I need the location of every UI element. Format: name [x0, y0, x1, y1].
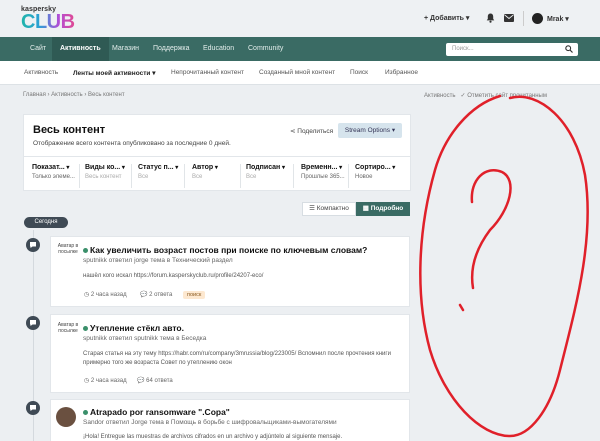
- post-replies[interactable]: 💬 2 ответа: [140, 291, 172, 298]
- post-title-text: Как увеличить возраст постов при поиске …: [90, 245, 368, 255]
- post-title[interactable]: Как увеличить возраст постов при поиске …: [83, 245, 367, 255]
- top-header: kaspersky CLUB + Добавить ▾ Mrak ▾: [0, 0, 600, 37]
- breadcrumb[interactable]: Главная › Активность › Весь контент: [23, 92, 125, 98]
- user-avatar[interactable]: [532, 13, 543, 24]
- unread-dot: [83, 248, 88, 254]
- clock-icon: ◷: [84, 292, 90, 298]
- filter-show[interactable]: Показат... Только элеме...: [32, 164, 80, 188]
- filter-time[interactable]: Временн... Прошлые 365...: [301, 164, 349, 188]
- timeline-today-badge: Сегодня: [24, 217, 68, 228]
- filter-sort[interactable]: Сортиро... Новое: [355, 164, 401, 188]
- filter-label: Подписан: [246, 164, 289, 171]
- detailed-label: Подробно: [370, 205, 404, 212]
- post-replies-text: 64 ответа: [146, 378, 173, 384]
- compact-icon: ☰: [309, 205, 315, 212]
- view-compact-button[interactable]: ☰ Компактно: [302, 202, 356, 216]
- comment-icon: [26, 238, 40, 252]
- post-time: ◷ 2 часа назад: [84, 291, 127, 298]
- filter-content-type[interactable]: Виды ко... Весь контент: [85, 164, 132, 188]
- nav-community[interactable]: Community: [248, 37, 283, 61]
- filter-label: Виды ко...: [85, 164, 127, 171]
- filter-label: Сортиро...: [355, 164, 397, 171]
- stream-options-button[interactable]: Stream Options ▾: [338, 123, 402, 138]
- filter-label: Статус п...: [138, 164, 180, 171]
- filter-author[interactable]: Автор Все: [192, 164, 241, 188]
- nav-shop[interactable]: Магазин: [112, 37, 139, 61]
- filter-subscribed[interactable]: Подписан Все: [246, 164, 294, 188]
- filter-value: Новое: [355, 174, 373, 180]
- page-subtitle: Отображение всего контента опубликовано …: [33, 140, 231, 147]
- filter-value: Прошлые 365...: [301, 174, 345, 180]
- post-avatar[interactable]: [56, 407, 76, 427]
- red-scribble-drawing: [419, 94, 589, 438]
- share-icon: ⋖: [290, 128, 296, 135]
- post-replies[interactable]: 💬 64 ответа: [137, 377, 173, 384]
- post-meta: sputnikk ответил jorge тема в Технически…: [83, 257, 233, 264]
- unread-dot: [83, 326, 88, 332]
- filter-value: Весь контент: [85, 174, 122, 180]
- post-meta: sputnikk ответил sputnikk тема в Беседка: [83, 335, 207, 342]
- nav-education[interactable]: Education: [203, 37, 234, 61]
- post-replies-text: 2 ответа: [149, 292, 173, 298]
- clock-icon: ◷: [84, 378, 90, 384]
- post-time-text: 2 часа назад: [90, 292, 127, 298]
- post-excerpt: Старая статья на эту тему https://habr.c…: [83, 351, 391, 366]
- add-button[interactable]: + Добавить ▾: [424, 14, 469, 22]
- comment-icon: [26, 401, 40, 415]
- post-title-text: Atrapado por ransomware ".Copa": [90, 407, 230, 417]
- filter-status[interactable]: Статус п... Все: [138, 164, 185, 188]
- post-avatar[interactable]: Аватар в посылке: [57, 322, 79, 334]
- post-excerpt: ¡Hola! Entregue las muestras de archivos…: [83, 434, 343, 440]
- share-label: Поделиться: [297, 128, 334, 135]
- filter-label: Автор: [192, 164, 236, 171]
- filter-value: Все: [192, 174, 203, 180]
- filter-value: Все: [246, 174, 257, 180]
- comment-icon: [26, 316, 40, 330]
- site-logo[interactable]: kaspersky CLUB: [21, 6, 75, 33]
- breadcrumb-right: Активность ✓ Отметить сайт прочитанным: [424, 93, 547, 99]
- post-title-text: Утепление стёкл авто.: [90, 323, 184, 333]
- post-meta: Sandor ответил Jorge тема в Помощь в бор…: [83, 419, 337, 426]
- post-title[interactable]: Утепление стёкл авто.: [83, 323, 184, 333]
- post-tag[interactable]: поиск: [183, 291, 206, 299]
- search-input[interactable]: Поиск...: [446, 43, 578, 56]
- filter-value: Все: [138, 174, 149, 180]
- detailed-icon: ▦: [362, 205, 369, 212]
- subnav-search[interactable]: Поиск: [350, 69, 368, 76]
- sub-nav: Активность Ленты моей активности ▾ Непро…: [0, 61, 600, 85]
- mail-icon[interactable]: [504, 14, 514, 22]
- post-avatar[interactable]: Аватар в посылке: [57, 243, 79, 255]
- view-detailed-button[interactable]: ▦ Подробно: [356, 202, 410, 216]
- subnav-activity[interactable]: Активность: [24, 69, 58, 76]
- user-menu[interactable]: Mrak ▾: [547, 15, 569, 23]
- header-divider: [523, 11, 524, 26]
- post-title[interactable]: Atrapado por ransomware ".Copa": [83, 407, 230, 417]
- filter-label: Показат...: [32, 164, 75, 171]
- subnav-unread[interactable]: Непрочитанный контент: [171, 69, 244, 76]
- nav-site[interactable]: Сайт: [30, 37, 46, 61]
- mark-read-link[interactable]: Отметить сайт прочитанным: [467, 93, 547, 99]
- page-title: Весь контент: [33, 124, 106, 136]
- subnav-my-feeds[interactable]: Ленты моей активности ▾: [73, 69, 155, 77]
- logo-club: CLUB: [21, 11, 75, 33]
- share-button[interactable]: ⋖ Поделиться: [290, 127, 333, 135]
- nav-support[interactable]: Поддержка: [153, 37, 190, 61]
- unread-dot: [83, 410, 88, 416]
- filter-label: Временн...: [301, 164, 344, 171]
- subnav-favorites[interactable]: Избранное: [385, 69, 418, 76]
- filter-value: Только элеме...: [32, 174, 75, 180]
- subnav-my-content[interactable]: Созданный мной контент: [259, 69, 335, 76]
- bell-icon[interactable]: [486, 13, 495, 23]
- comments-icon: 💬: [137, 378, 145, 384]
- post-time: ◷ 2 часа назад: [84, 377, 127, 384]
- filters-divider: [23, 156, 411, 157]
- post-excerpt: нашёл кого искал https://forum.kaspersky…: [83, 273, 264, 279]
- nav-activity[interactable]: Активность: [52, 37, 109, 61]
- search-icon[interactable]: [565, 45, 573, 53]
- compact-label: Компактно: [316, 205, 349, 212]
- comments-icon: 💬: [140, 292, 148, 298]
- post-time-text: 2 часа назад: [90, 378, 127, 384]
- activity-link[interactable]: Активность: [424, 93, 456, 99]
